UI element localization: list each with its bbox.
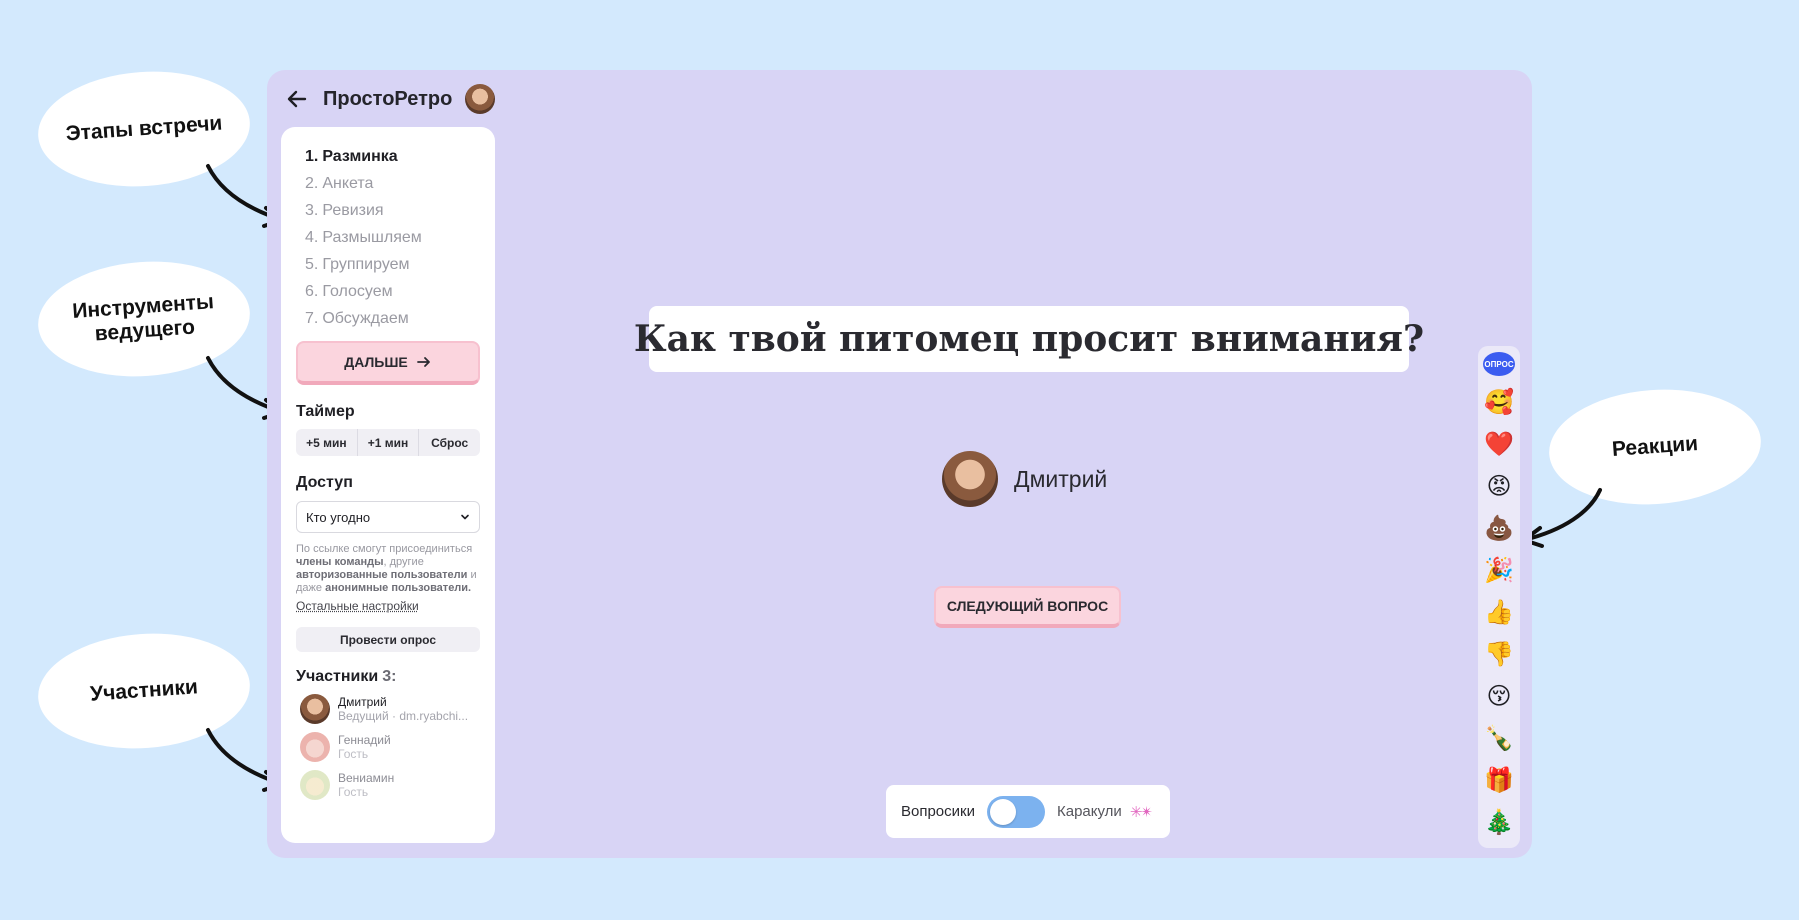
participant-item[interactable]: Геннадий Гость [300,732,480,762]
annotation-stages-label: Этапы встречи [64,111,223,146]
sparkle-icon: ✳✴ [1129,803,1153,821]
timer-reset-button[interactable]: Сброс [419,429,480,456]
participant-name: Геннадий [338,733,391,747]
timer-plus1-button[interactable]: +1 мин [358,429,420,456]
reaction-list: 🥰 ❤️ 😡 💩 🎉 👍 👎 😚 🍾 🎁 🎄 [1483,386,1515,848]
avatar [300,732,330,762]
avatar [300,694,330,724]
chevron-down-icon [461,514,469,520]
app-title: ПростоРетро [323,87,453,110]
access-select-value: Кто угодно [306,509,371,525]
question-card: Как твой питомец просит внимания? [634,306,1424,372]
other-settings-link[interactable]: Остальные настройки [296,599,419,613]
next-stage-button[interactable]: ДАЛЬШЕ [296,341,480,385]
christmas-tree-icon[interactable]: 🎄 [1483,806,1515,838]
kissing-face-icon[interactable]: 😚 [1483,680,1515,712]
user-avatar[interactable] [465,84,496,114]
toggle-knob [989,798,1016,825]
participant-role: Гость [338,747,369,761]
party-popper-icon[interactable]: 🎉 [1483,554,1515,586]
poop-icon[interactable]: 💩 [1483,512,1515,544]
gift-icon[interactable]: 🎁 [1483,764,1515,796]
arrow-right-icon [416,357,430,367]
run-poll-button[interactable]: Провести опрос [296,627,480,652]
stage-item[interactable]: 4. Размышляем [305,224,480,251]
heart-icon[interactable]: ❤️ [1483,428,1515,460]
stage-item[interactable]: 6. Голосуем [305,278,480,305]
mode-switch: Вопросики Каракули ✳✴ [886,785,1170,838]
sidebar: 1. Разминка 2. Анкета 3. Ревизия 4. Размышля… [281,127,495,843]
participant-item[interactable]: Вениамин Гость [300,770,480,800]
stages-list: 1. Разминка 2. Анкета 3. Ревизия 4. Размышля… [305,143,480,332]
participant-name: Дмитрий [338,695,387,709]
annotation-reactions-label: Реакции [1611,432,1699,461]
participant-role: Гость [338,785,369,799]
mode-left-label[interactable]: Вопросики [901,803,975,820]
stage-item[interactable]: 3. Ревизия [305,197,480,224]
speaker-name: Дмитрий [1014,465,1108,492]
thumbs-down-icon[interactable]: 👎 [1483,638,1515,670]
mode-right-label[interactable]: Каракули [1057,803,1122,820]
top-bar: ПростоРетро [285,82,496,116]
access-note: По ссылке смогут присоединиться члены ко… [296,543,477,594]
reactions-bar: ОПРОС 🥰 ❤️ 😡 💩 🎉 👍 👎 😚 🍾 🎁 🎄 [1478,346,1520,848]
avatar [942,451,998,507]
stage-item[interactable]: 5. Группируем [305,251,480,278]
current-speaker: Дмитрий [942,451,1107,507]
participant-role: Ведущий · dm.ryabchi... [338,709,469,723]
participants-title: Участники 3: [296,668,397,685]
mode-toggle[interactable] [986,795,1045,828]
annotation-participants-label: Участники [89,675,199,706]
avatar [300,770,330,800]
participant-name: Вениамин [338,771,395,785]
poll-badge[interactable]: ОПРОС [1483,352,1515,376]
back-arrow-icon[interactable] [285,87,309,111]
next-stage-label: ДАЛЬШЕ [344,354,408,370]
champagne-icon[interactable]: 🍾 [1483,722,1515,754]
participants-count: 3: [382,668,397,685]
timer-controls: +5 мин +1 мин Сброс [296,429,480,456]
thumbs-up-icon[interactable]: 👍 [1483,596,1515,628]
stage-item[interactable]: 2. Анкета [305,170,480,197]
app-window: ПростоРетро 1. Разминка 2. Анкета 3. Ревизи… [267,70,1532,858]
access-select[interactable]: Кто угодно [296,501,480,533]
timer-title: Таймер [296,403,355,420]
stage-item[interactable]: 1. Разминка [305,143,480,170]
participant-item[interactable]: Дмитрий Ведущий · dm.ryabchi... [300,694,480,724]
angry-face-icon[interactable]: 😡 [1483,470,1515,502]
access-title: Доступ [296,474,353,491]
smiling-face-with-hearts-icon[interactable]: 🥰 [1483,386,1515,418]
next-question-button[interactable]: СЛЕДУЮЩИЙ ВОПРОС [934,586,1121,628]
stage-item[interactable]: 7. Обсуждаем [305,305,480,332]
timer-plus5-button[interactable]: +5 мин [296,429,358,456]
